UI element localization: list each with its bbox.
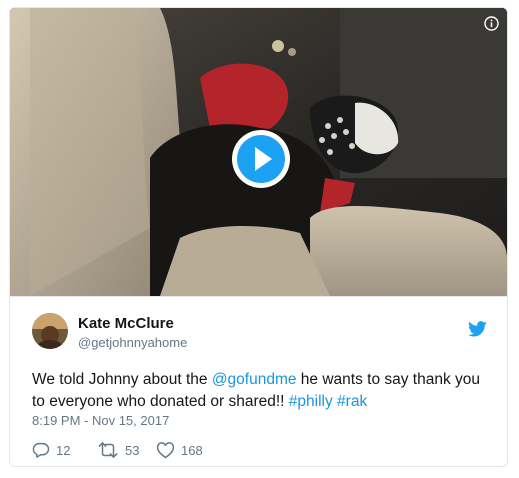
retweet-button[interactable]: 53 <box>97 440 139 460</box>
author-handle[interactable]: @getjohnnyahome <box>78 335 187 350</box>
author-name[interactable]: Kate McClure <box>78 315 174 332</box>
reply-button[interactable]: 12 <box>32 440 70 460</box>
video-thumbnail[interactable] <box>10 8 507 296</box>
reply-icon <box>32 442 50 458</box>
retweet-count: 53 <box>125 442 140 458</box>
hashtag-link-rak[interactable]: #rak <box>337 393 367 410</box>
reply-count: 12 <box>56 442 71 458</box>
retweet-icon <box>98 442 118 458</box>
embedded-tweet-card: Kate McClure @getjohnnyahome We told Joh… <box>9 7 508 467</box>
like-count: 168 <box>181 442 203 458</box>
hashtag-link-philly[interactable]: #philly <box>289 393 333 410</box>
avatar[interactable] <box>32 313 68 349</box>
play-icon <box>232 130 290 188</box>
mention-link[interactable]: @gofundme <box>212 371 297 388</box>
tweet-text: We told Johnny about the @gofundme he wa… <box>32 369 492 413</box>
tweet-timestamp[interactable]: 8:19 PM - Nov 15, 2017 <box>32 413 169 428</box>
like-button[interactable]: 168 <box>156 440 203 460</box>
twitter-bird-icon[interactable] <box>468 321 487 337</box>
play-button[interactable] <box>231 129 291 189</box>
tweet-text-part: We told Johnny about the <box>32 371 212 388</box>
heart-icon <box>156 442 175 459</box>
tweet-body: Kate McClure @getjohnnyahome We told Joh… <box>10 296 507 466</box>
info-icon[interactable] <box>484 16 499 31</box>
